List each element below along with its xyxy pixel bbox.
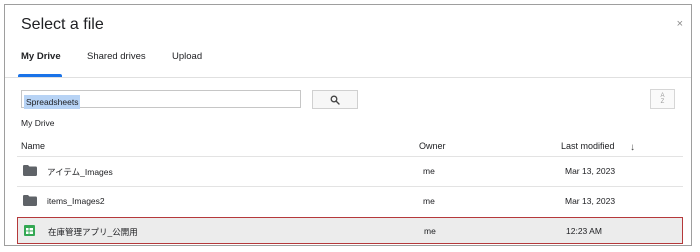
tab-shared-drives[interactable]: Shared drives [87,51,146,77]
close-icon[interactable]: × [677,18,683,30]
file-name: 在庫管理アプリ_公開用 [48,227,138,237]
column-header-owner[interactable]: Owner [419,141,446,151]
file-row-selected[interactable]: 在庫管理アプリ_公開用 me 12:23 AM [17,217,683,244]
file-row[interactable]: アイテム_Images me Mar 13, 2023 [17,157,683,186]
file-owner: me [423,166,435,176]
column-header-name[interactable]: Name [21,141,45,151]
search-input[interactable]: Spreadsheets [21,90,301,109]
file-modified: Mar 13, 2023 [565,196,616,206]
dialog-title: Select a file [21,16,104,33]
spreadsheet-icon [24,225,35,236]
file-owner: me [423,196,435,206]
header-divider [5,77,691,78]
file-modified: Mar 13, 2023 [565,166,616,176]
file-name: アイテム_Images [47,167,113,177]
dialog-header: Select a file × My Drive Shared drives U… [5,5,691,78]
sort-descending-icon[interactable]: ↓ [630,142,635,153]
file-row[interactable]: items_Images2 me Mar 13, 2023 [17,187,683,216]
file-owner: me [424,226,436,236]
sort-az-icon: A Z [660,93,664,105]
column-header-last-modified[interactable]: Last modified [561,141,615,151]
sort-az-bottom: Z [660,99,665,105]
tab-bar: My Drive Shared drives Upload [5,45,691,78]
tab-upload[interactable]: Upload [172,51,202,77]
file-name: items_Images2 [47,196,105,206]
search-icon [330,95,340,105]
folder-icon [23,195,37,206]
sort-az-button[interactable]: A Z [650,89,675,109]
search-input-value: Spreadsheets [24,95,81,109]
file-modified: 12:23 AM [566,226,602,236]
folder-icon [23,165,37,176]
breadcrumb[interactable]: My Drive [21,118,55,128]
search-button[interactable] [312,90,358,109]
file-picker-dialog: Select a file × My Drive Shared drives U… [4,4,692,246]
